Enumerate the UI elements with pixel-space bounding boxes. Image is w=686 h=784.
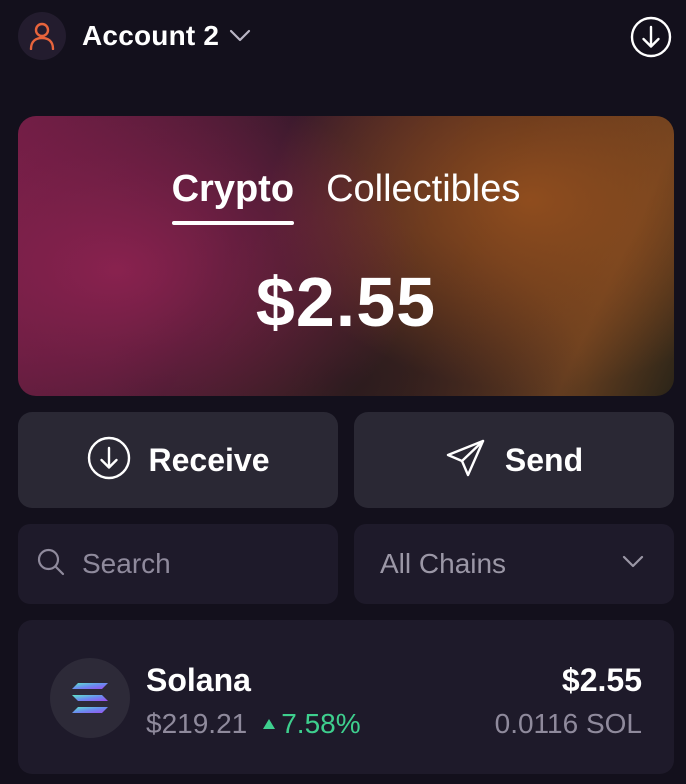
triangle-up-icon bbox=[263, 719, 276, 729]
arrow-down-circle-icon[interactable] bbox=[630, 16, 672, 58]
tab-crypto[interactable]: Crypto bbox=[171, 168, 295, 225]
token-price: $219.21 bbox=[146, 708, 248, 739]
send-label: Send bbox=[504, 441, 584, 478]
chevron-down-icon bbox=[622, 555, 644, 574]
person-icon bbox=[18, 12, 66, 60]
search-icon bbox=[36, 547, 66, 582]
account-name: Account 2 bbox=[82, 20, 220, 51]
total-balance: $2.55 bbox=[255, 263, 437, 341]
chain-select-value: All Chains bbox=[380, 548, 507, 579]
token-value: $2.55 bbox=[561, 662, 642, 698]
token-price-line: $219.21 7.58% bbox=[146, 708, 361, 740]
asset-tabs: Crypto Collectibles bbox=[18, 168, 674, 225]
chevron-down-icon bbox=[229, 29, 251, 43]
receive-label: Receive bbox=[148, 441, 270, 478]
token-quantity: 0.0116 SOL bbox=[494, 708, 642, 739]
tab-collectibles[interactable]: Collectibles bbox=[326, 168, 520, 225]
token-row[interactable]: Solana $219.21 7.58% $2.55 0.0116 SOL bbox=[18, 620, 674, 774]
token-change-value: 7.58% bbox=[281, 708, 361, 739]
receive-button[interactable]: Receive bbox=[18, 412, 338, 508]
chain-select[interactable]: All Chains bbox=[354, 524, 674, 604]
solana-logo-icon bbox=[50, 658, 130, 738]
search-input[interactable] bbox=[82, 548, 302, 580]
send-button[interactable]: Send bbox=[354, 412, 674, 508]
token-change: 7.58% bbox=[263, 708, 361, 740]
paper-plane-icon bbox=[445, 437, 487, 484]
search-box[interactable] bbox=[18, 524, 338, 604]
token-name: Solana bbox=[146, 662, 251, 698]
account-switcher[interactable]: Account 2 bbox=[18, 12, 251, 60]
balance-card: Crypto Collectibles $2.55 bbox=[18, 116, 674, 396]
header: Account 2 bbox=[18, 12, 672, 62]
arrow-down-circle-icon bbox=[87, 436, 131, 485]
wallet-app: Account 2 Crypto Collectibles $2.55 Rece… bbox=[0, 0, 686, 784]
